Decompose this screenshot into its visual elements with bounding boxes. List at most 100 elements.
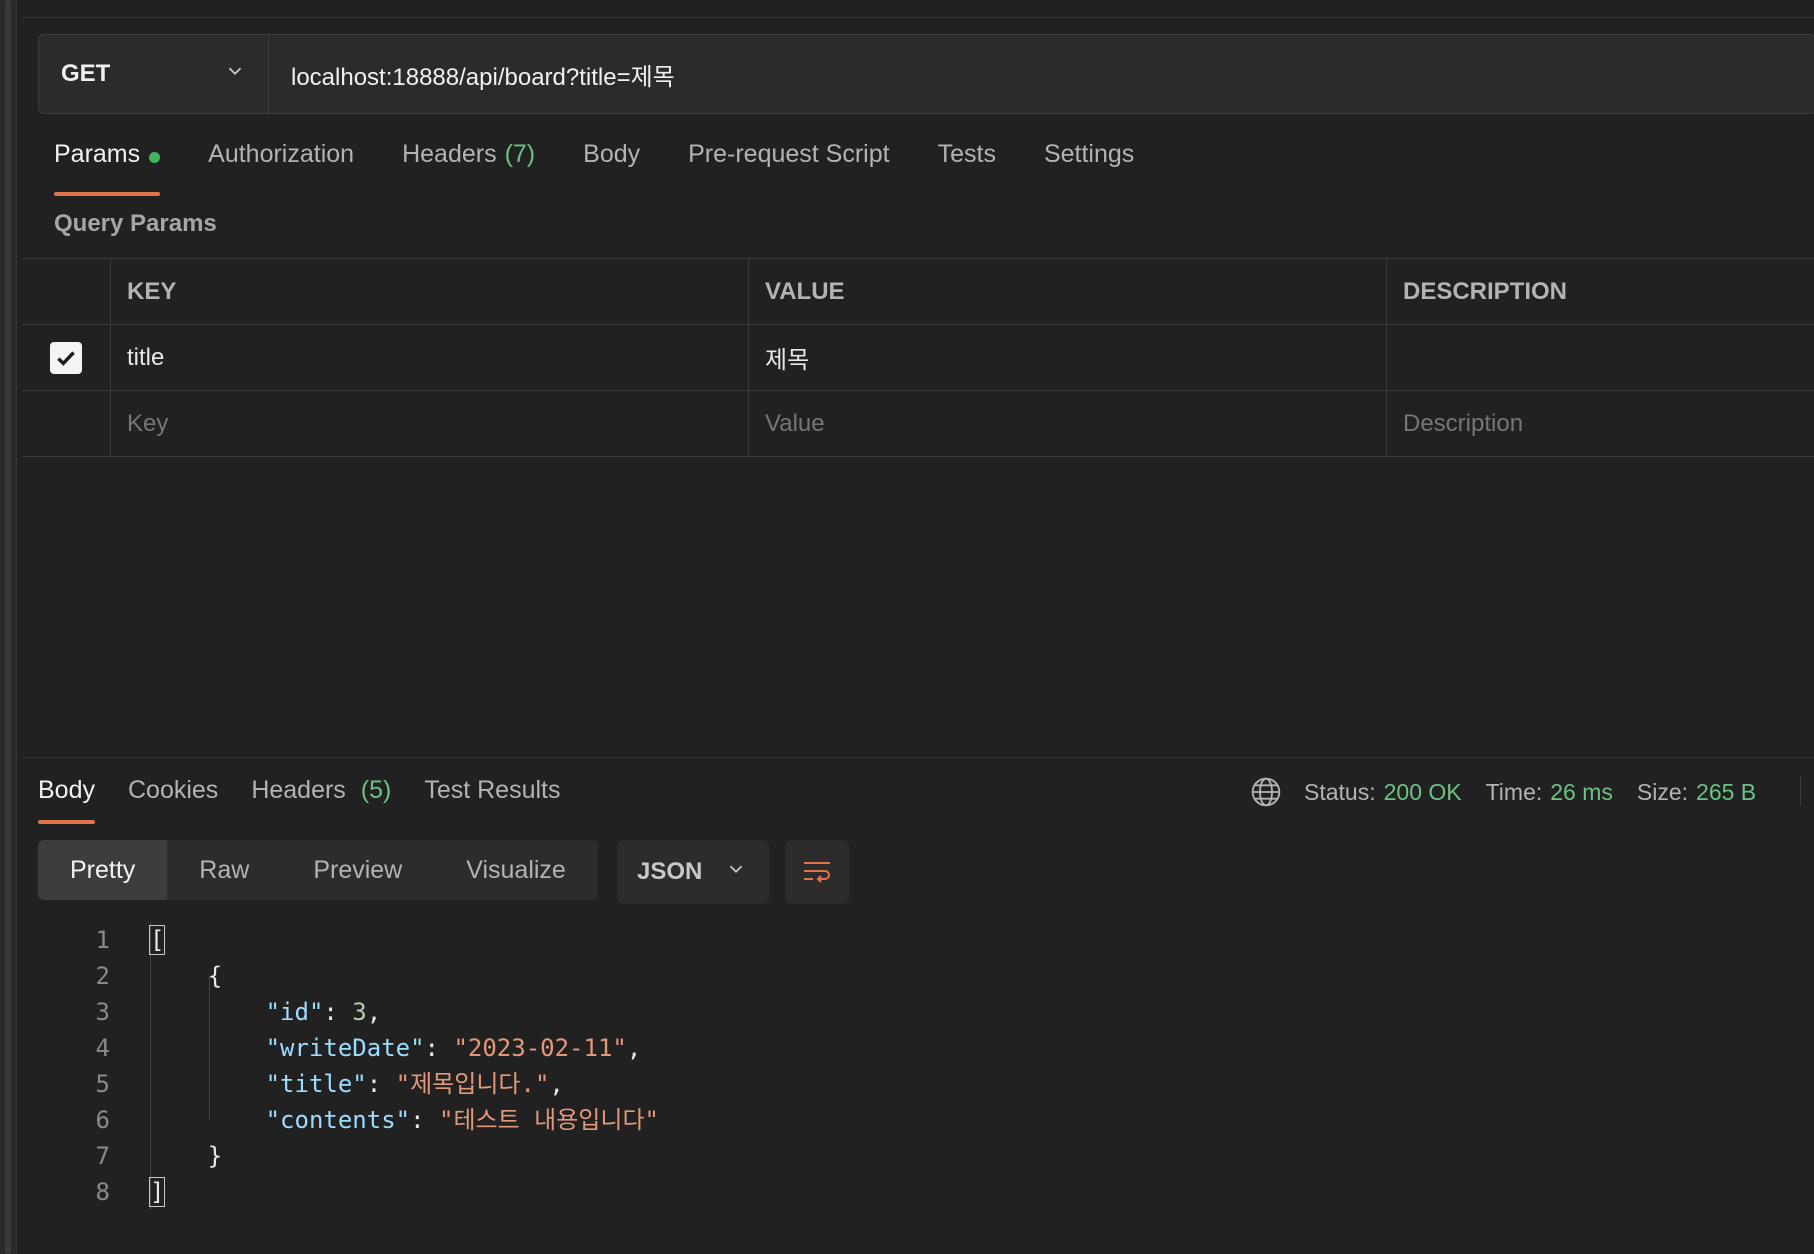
tab-authorization[interactable]: Authorization <box>208 140 354 196</box>
json-value-writeDate: "2023-02-11" <box>453 1034 627 1062</box>
response-tab-cookies[interactable]: Cookies <box>128 776 218 824</box>
row-check-cell <box>22 325 111 390</box>
json-key-id: "id" <box>265 998 324 1026</box>
param-key-field[interactable]: title <box>111 325 749 390</box>
param-description-field[interactable] <box>1387 325 1814 390</box>
code-line: 1 [ <box>60 922 659 958</box>
tab-label: Body <box>583 140 641 168</box>
tab-label: Test Results <box>424 776 561 804</box>
format-select[interactable]: JSON <box>617 840 769 904</box>
headers-count: (7) <box>504 140 536 168</box>
new-key-field[interactable]: Key <box>111 391 749 456</box>
status-value[interactable]: 200 OK <box>1384 779 1462 806</box>
response-headers-count: (5) <box>360 776 392 804</box>
code-line: 8 ] <box>60 1174 659 1210</box>
column-header-key: KEY <box>111 259 749 324</box>
params-active-dot <box>149 152 161 163</box>
request-url-bar: GET localhost:18888/api/board?title=제목 <box>38 34 1814 114</box>
response-body-code[interactable]: 1 [ 2 { 3 "id": 3, 4 "writeDate": "2023-… <box>60 922 659 1210</box>
tab-label: Headers <box>402 140 497 168</box>
json-value-title: "제목입니다." <box>395 1070 550 1098</box>
tab-label: Cookies <box>127 776 219 804</box>
tab-label: Settings <box>1043 140 1135 168</box>
url-input[interactable]: localhost:18888/api/board?title=제목 <box>269 35 1814 113</box>
tab-pre-request-script[interactable]: Pre-request Script <box>688 140 889 196</box>
size-value[interactable]: 265 B <box>1696 779 1756 806</box>
code-line: 4 "writeDate": "2023-02-11", <box>60 1030 659 1066</box>
tab-params[interactable]: Params <box>54 140 161 196</box>
json-key-title: "title" <box>265 1070 367 1098</box>
line-number: 5 <box>95 1070 110 1098</box>
open-bracket: [ <box>148 925 166 955</box>
query-params-title: Query Params <box>54 210 217 237</box>
time-label: Time: <box>1485 778 1543 805</box>
response-tab-body[interactable]: Body <box>38 776 95 824</box>
view-raw[interactable]: Raw <box>167 840 281 900</box>
table-header-row: KEY VALUE DESCRIPTION <box>22 259 1814 325</box>
line-number: 4 <box>95 1034 110 1062</box>
tab-body[interactable]: Body <box>583 140 640 196</box>
response-tab-headers[interactable]: Headers (5) <box>251 776 391 824</box>
response-status-bar: Status: 200 OK Time: 26 ms Size: 265 B <box>1250 776 1780 808</box>
code-line: 6 "contents": "테스트 내용입니다" <box>60 1102 659 1138</box>
time-value[interactable]: 26 ms <box>1550 779 1613 806</box>
line-number: 2 <box>95 962 110 990</box>
code-line: 5 "title": "제목입니다.", <box>60 1066 659 1102</box>
tab-label: Body <box>38 776 95 804</box>
column-header-value: VALUE <box>749 259 1387 324</box>
json-key-writeDate: "writeDate" <box>265 1034 425 1062</box>
param-value-field[interactable]: 제목 <box>749 325 1387 390</box>
response-tab-test-results[interactable]: Test Results <box>424 776 560 824</box>
wrap-lines-icon <box>804 862 830 883</box>
code-line: 3 "id": 3, <box>60 994 659 1030</box>
method-select[interactable]: GET <box>39 35 269 113</box>
row-check-cell <box>22 391 111 456</box>
tab-label: Params <box>54 140 141 168</box>
new-value-field[interactable]: Value <box>749 391 1387 456</box>
tab-headers[interactable]: Headers (7) <box>402 140 535 196</box>
tab-label: Pre-request Script <box>688 140 890 168</box>
query-params-table: KEY VALUE DESCRIPTION title 제목 Key Value… <box>22 258 1814 457</box>
tab-settings[interactable]: Settings <box>1044 140 1134 196</box>
view-pretty[interactable]: Pretty <box>38 840 168 900</box>
globe-icon[interactable] <box>1250 776 1282 808</box>
line-number: 1 <box>95 926 110 954</box>
header-check-cell <box>22 259 111 324</box>
wrap-lines-button[interactable] <box>785 840 849 904</box>
save-response-partial[interactable] <box>1800 776 1814 806</box>
view-preview[interactable]: Preview <box>281 840 434 900</box>
method-label: GET <box>61 60 111 87</box>
response-view-modes: Pretty Raw Preview Visualize <box>38 840 598 900</box>
size-label: Size: <box>1636 778 1689 805</box>
json-value-contents: "테스트 내용입니다" <box>439 1106 659 1134</box>
checkmark-icon <box>57 350 75 366</box>
tab-label: Headers <box>251 776 346 804</box>
code-line: 2 { <box>60 958 659 994</box>
json-value-id: 3 <box>352 998 367 1026</box>
json-key-contents: "contents" <box>265 1106 411 1134</box>
response-tabs: Body Cookies Headers (5) Test Results <box>38 776 594 824</box>
top-strip <box>22 0 1814 18</box>
request-tabs: Params Authorization Headers (7) Body Pr… <box>54 140 1182 196</box>
chevron-down-icon <box>725 858 747 887</box>
tab-label: Authorization <box>208 140 355 168</box>
view-visualize[interactable]: Visualize <box>434 840 598 900</box>
column-header-description: DESCRIPTION <box>1403 277 1568 305</box>
table-row: title 제목 <box>22 325 1814 391</box>
param-enabled-checkbox[interactable] <box>50 341 82 374</box>
line-number: 3 <box>95 998 110 1026</box>
table-row-empty: Key Value Description <box>22 391 1814 457</box>
tab-tests[interactable]: Tests <box>938 140 996 196</box>
close-bracket: ] <box>148 1177 166 1207</box>
open-brace: { <box>207 962 223 990</box>
format-label: JSON <box>637 858 703 885</box>
chevron-down-icon <box>224 60 246 89</box>
new-description-field[interactable]: Description <box>1387 391 1814 456</box>
close-brace: } <box>207 1142 223 1170</box>
window-scrollbar[interactable] <box>0 0 17 1254</box>
response-divider[interactable] <box>22 757 1814 758</box>
line-number: 6 <box>95 1106 110 1134</box>
scrollbar-thumb[interactable] <box>5 0 11 1254</box>
status-label: Status: <box>1304 778 1376 805</box>
tab-label: Tests <box>937 140 996 168</box>
